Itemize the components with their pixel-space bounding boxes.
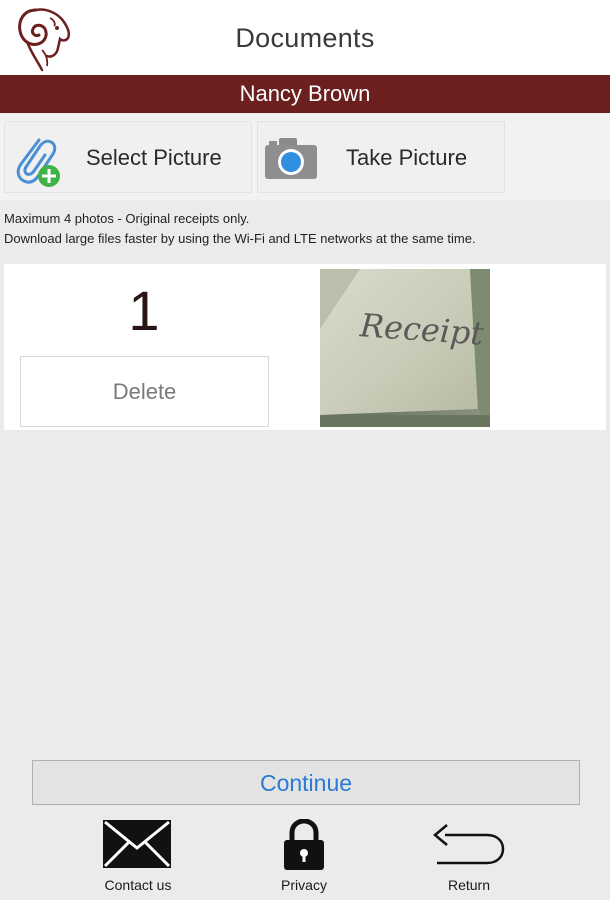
info-text: Maximum 4 photos - Original receipts onl… bbox=[4, 209, 604, 249]
photo-number: 1 bbox=[128, 279, 160, 342]
info-line-max-photos: Maximum 4 photos - Original receipts onl… bbox=[4, 211, 250, 226]
info-line-download-tip: Download large files faster by using the… bbox=[4, 231, 476, 246]
select-picture-button[interactable]: Select Picture bbox=[4, 121, 252, 193]
contact-us-button[interactable]: Contact us bbox=[78, 815, 198, 900]
take-picture-button[interactable]: Take Picture bbox=[257, 121, 505, 193]
privacy-button[interactable]: Privacy bbox=[244, 815, 364, 900]
return-label: Return bbox=[447, 877, 491, 893]
paperclip-add-icon bbox=[16, 138, 60, 187]
app-header: Documents bbox=[0, 0, 610, 75]
lock-icon bbox=[284, 819, 324, 870]
delete-photo-button[interactable]: Delete bbox=[20, 356, 269, 427]
receipt-photo-thumbnail[interactable]: Receipt bbox=[320, 269, 490, 427]
page-title: Documents bbox=[235, 23, 375, 53]
select-picture-label: Select Picture bbox=[86, 145, 222, 170]
contact-us-label: Contact us bbox=[104, 877, 172, 893]
privacy-label: Privacy bbox=[281, 877, 327, 893]
take-picture-label: Take Picture bbox=[346, 145, 468, 170]
user-name-banner: Nancy Brown bbox=[0, 75, 610, 113]
envelope-icon bbox=[103, 820, 171, 868]
return-button[interactable]: Return bbox=[409, 815, 529, 900]
return-arrow-icon bbox=[433, 824, 505, 865]
action-bar: Select Picture Take Picture bbox=[0, 113, 610, 200]
continue-button[interactable]: Continue bbox=[32, 760, 580, 805]
photos-panel: 1 Delete Receipt bbox=[4, 264, 606, 430]
camera-icon bbox=[265, 138, 317, 179]
